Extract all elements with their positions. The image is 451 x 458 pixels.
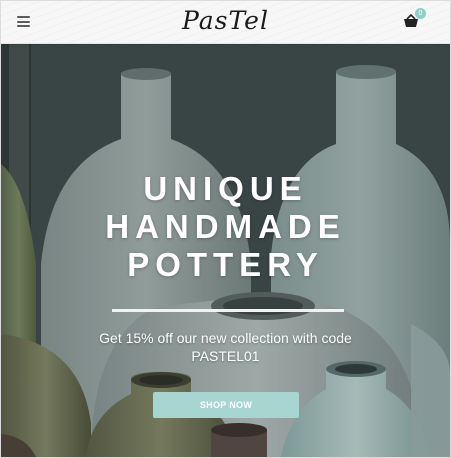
hero-title-line: UNIQUE [143, 170, 308, 207]
page: PasTel 0 UNIQUE HANDMADE POTTERY Get 15%… [0, 0, 451, 458]
cart-button[interactable]: 0 [403, 8, 429, 35]
promo-line: Get 15% off our new collection with code [99, 330, 352, 346]
hero-title: UNIQUE HANDMADE POTTERY [1, 170, 450, 284]
hero-title-line: HANDMADE [105, 208, 346, 245]
hero-banner: UNIQUE HANDMADE POTTERY Get 15% off our … [1, 44, 450, 457]
shop-now-button[interactable]: SHOP NOW [153, 392, 299, 418]
site-logo[interactable]: PasTel [1, 6, 450, 35]
hero-title-line: POTTERY [127, 246, 324, 283]
promo-text: Get 15% off our new collection with code… [41, 329, 410, 365]
site-header: PasTel 0 [1, 1, 450, 44]
promo-code: PASTEL01 [191, 348, 260, 364]
cart-count-badge: 0 [415, 8, 426, 19]
hero-divider [112, 309, 344, 312]
